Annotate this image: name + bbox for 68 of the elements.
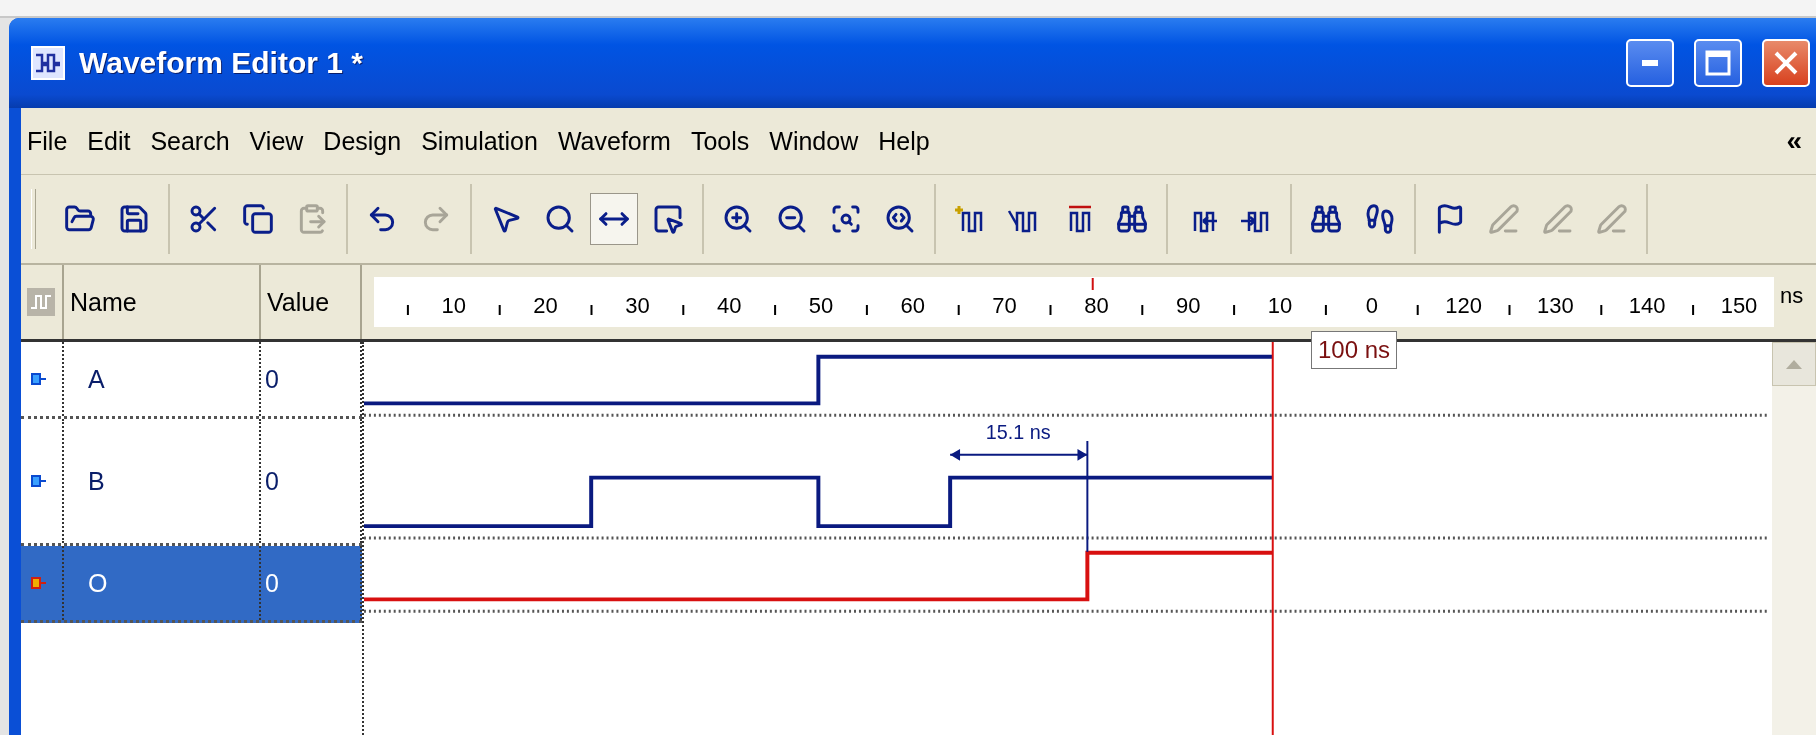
- ruler-label: 70: [992, 293, 1017, 318]
- minimize-icon: [1642, 60, 1658, 66]
- name-column-header[interactable]: Name: [64, 265, 261, 339]
- pen-icon: [1542, 203, 1574, 235]
- signal-name: O: [88, 568, 108, 598]
- ruler-label: 40: [716, 293, 742, 318]
- toolbar-button[interactable]: [590, 193, 638, 245]
- ruler-label: 120: [1445, 293, 1482, 318]
- menu-item[interactable]: Search: [150, 126, 230, 156]
- signal-name: B: [88, 466, 105, 496]
- maximize-icon: [1705, 50, 1731, 76]
- ruler-label: 140: [1628, 293, 1666, 318]
- measure-label: 15.1 ns: [985, 421, 1051, 443]
- scroll-up-arrow-icon: [1786, 359, 1803, 369]
- zoom-area-icon: [830, 203, 862, 235]
- ruler-label: 10: [441, 293, 467, 318]
- ruler-label: 0: [1365, 293, 1378, 318]
- signal-port-icon: [31, 577, 47, 589]
- menu-item[interactable]: Help: [878, 126, 930, 156]
- menu-item[interactable]: View: [249, 126, 304, 156]
- select-icon: [652, 203, 684, 235]
- ruler-label: 80: [1084, 293, 1109, 318]
- menu-item[interactable]: Waveform: [557, 126, 671, 156]
- signal-row[interactable]: B 0: [21, 419, 362, 546]
- ruler-label: 50: [808, 293, 834, 318]
- close-icon: [1773, 50, 1799, 76]
- ruler-label: 60: [900, 293, 926, 318]
- signal-port-icon: [31, 475, 47, 487]
- signal-row[interactable]: A 0: [21, 342, 362, 419]
- ruler-label: 20: [533, 293, 558, 318]
- zoom-in-icon: [722, 203, 754, 235]
- ruler-label: 30: [625, 293, 650, 318]
- signal-value: 0: [265, 466, 279, 496]
- copy-icon: [242, 203, 274, 235]
- ruler-label: 10: [1267, 293, 1293, 318]
- zoom-out-icon: [776, 203, 808, 235]
- ruler-unit: ns: [1780, 283, 1804, 309]
- zoom-fit-icon: [884, 203, 916, 235]
- menu-item[interactable]: Window: [769, 126, 859, 156]
- signal-row[interactable]: O 0: [21, 546, 362, 623]
- menu-item[interactable]: Simulation: [421, 126, 538, 156]
- binoculars-icon: [1310, 203, 1342, 235]
- ruler-label: 90: [1175, 293, 1201, 318]
- menu-item[interactable]: File: [27, 126, 68, 156]
- find-signal-icon: [1116, 203, 1148, 235]
- maximize-button[interactable]: [1694, 39, 1742, 87]
- magnifier-icon: [544, 203, 576, 235]
- ruler-label: 130: [1537, 293, 1574, 318]
- signal-value: 0: [265, 568, 279, 598]
- menu-item[interactable]: Tools: [690, 126, 750, 156]
- minimize-button[interactable]: [1626, 39, 1674, 87]
- menu-item[interactable]: Edit: [87, 126, 131, 156]
- close-button[interactable]: [1762, 39, 1810, 87]
- pen-icon: [1488, 203, 1520, 235]
- value-column-header[interactable]: Value: [261, 265, 362, 339]
- pen-icon: [1596, 203, 1628, 235]
- save-icon: [118, 203, 150, 235]
- app-icon: [31, 46, 65, 80]
- signal-name: A: [88, 364, 105, 394]
- menu-item[interactable]: Design: [323, 126, 402, 156]
- signal-port-icon: [31, 373, 47, 385]
- window-title: Waveform Editor 1 *: [79, 46, 364, 80]
- cursor-time-tooltip: 100 ns: [1311, 331, 1398, 369]
- footprints-icon: [1364, 203, 1396, 235]
- cursor-marker: [1091, 277, 1094, 291]
- signal-value: 0: [265, 364, 279, 394]
- menu-chevron[interactable]: «: [1786, 125, 1802, 157]
- ruler-label: 150: [1720, 293, 1758, 318]
